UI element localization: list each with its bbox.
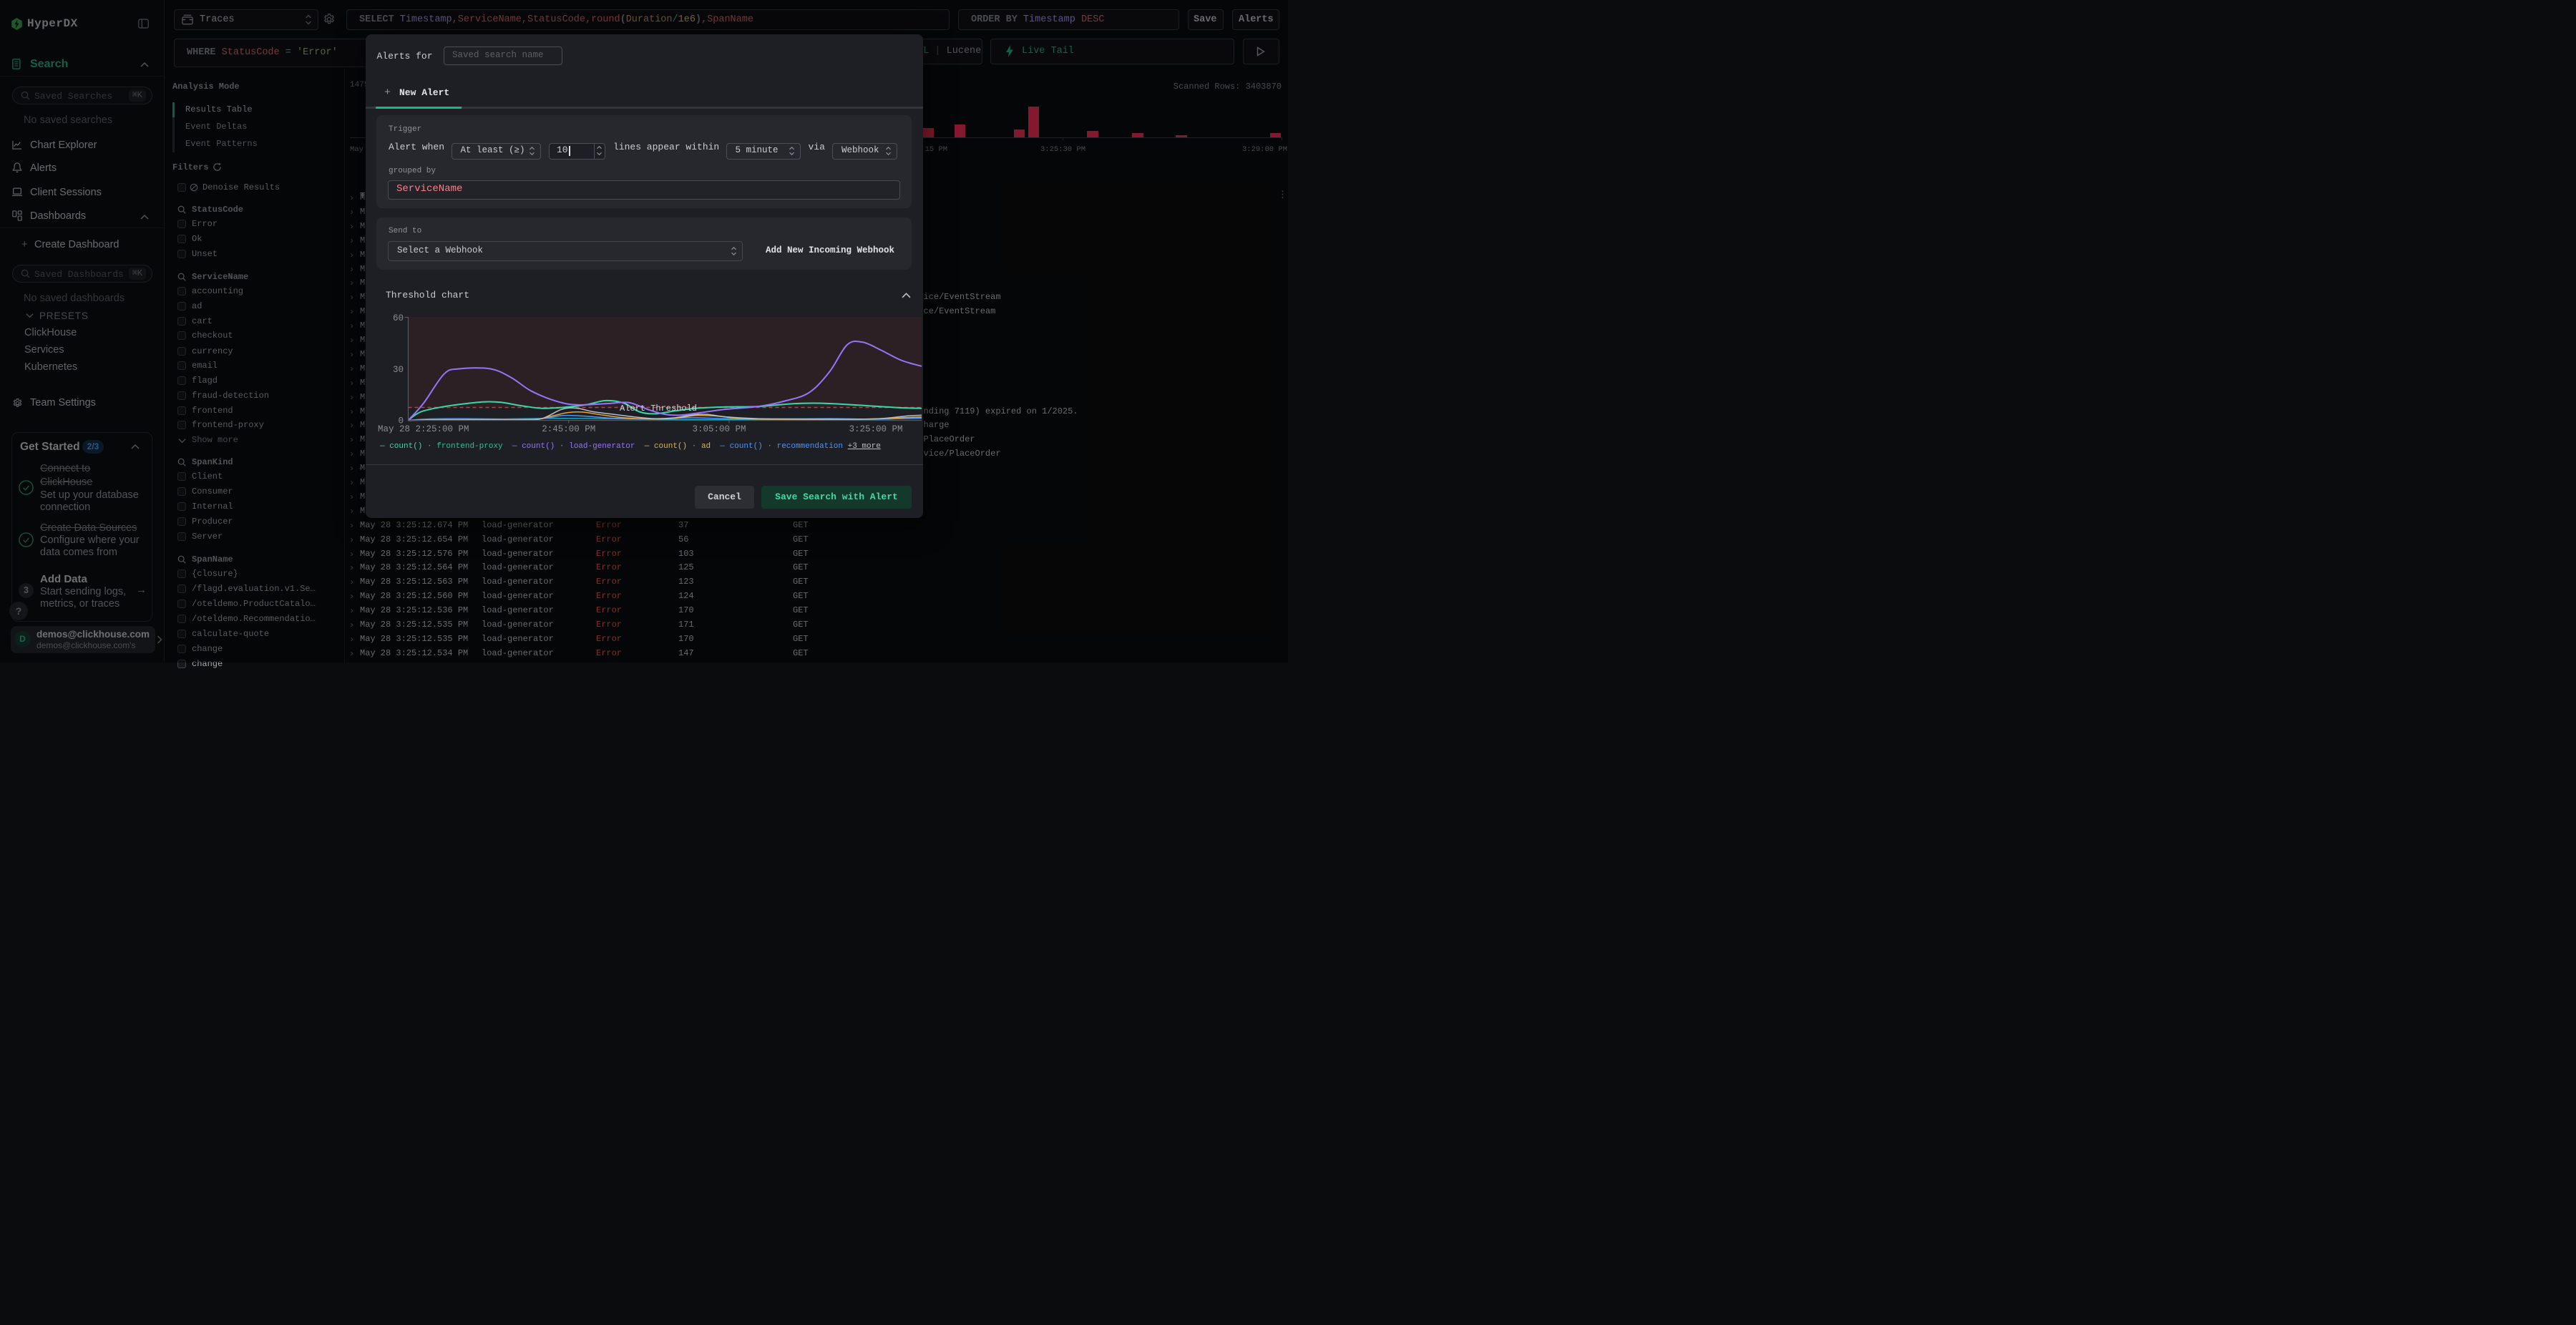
svg-text:3:25:00 PM: 3:25:00 PM: [849, 424, 902, 434]
svg-text:2:45:00 PM: 2:45:00 PM: [542, 424, 595, 434]
svg-text:3:05:00 PM: 3:05:00 PM: [692, 424, 746, 434]
svg-text:60: 60: [393, 313, 404, 323]
svg-text:May 28 2:25:00 PM: May 28 2:25:00 PM: [378, 424, 469, 434]
svg-text:Alert Threshold: Alert Threshold: [620, 404, 697, 414]
svg-text:30: 30: [393, 365, 404, 375]
